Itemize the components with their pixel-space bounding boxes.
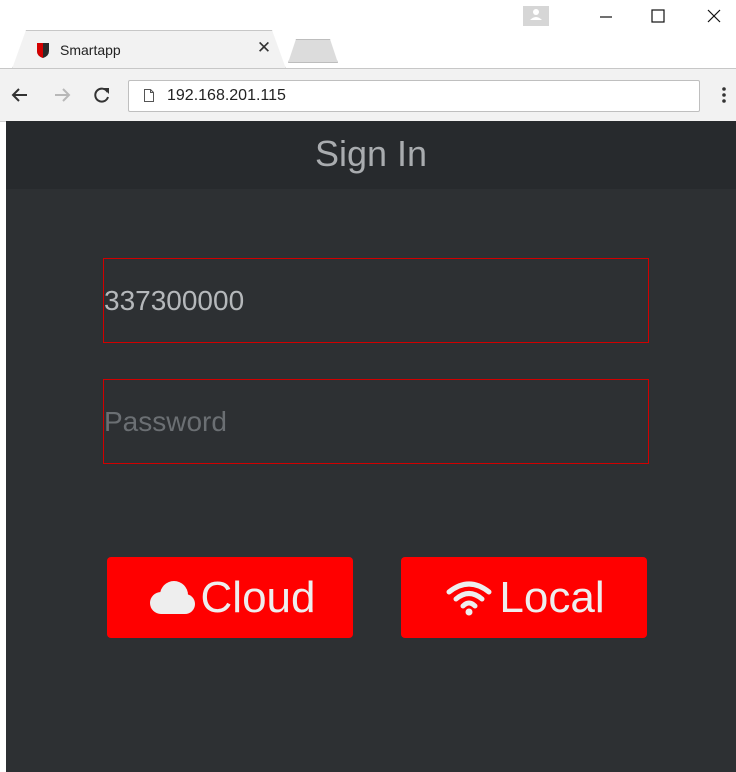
url-text[interactable]: 192.168.201.115: [167, 87, 286, 105]
tab-title: Smartapp: [60, 42, 121, 58]
password-input[interactable]: [104, 380, 648, 463]
page-icon[interactable]: [144, 89, 154, 102]
person-icon: [530, 9, 542, 20]
cloud-icon: [149, 580, 195, 614]
wifi-icon: [446, 581, 492, 615]
page-header: Sign In: [6, 121, 736, 189]
arrow-right-icon[interactable]: [52, 85, 72, 105]
maximize-icon[interactable]: [646, 4, 670, 28]
browser-tab[interactable]: Smartapp ✕: [12, 31, 284, 69]
local-button-label: Local: [499, 572, 605, 622]
local-login-button[interactable]: Local: [401, 557, 647, 638]
more-vert-icon[interactable]: [718, 83, 730, 107]
browser-titlebar: Smartapp ✕: [0, 0, 736, 69]
browser-toolbar: 192.168.201.115: [0, 69, 736, 122]
signin-page: Sign In Cloud Local: [6, 121, 736, 772]
close-icon[interactable]: ✕: [255, 39, 273, 57]
minimize-icon[interactable]: [594, 4, 618, 28]
cloud-button-label: Cloud: [200, 572, 316, 622]
address-bar[interactable]: 192.168.201.115: [128, 80, 700, 112]
page-title: Sign In: [314, 133, 428, 174]
profile-button[interactable]: [523, 6, 549, 26]
cloud-login-button[interactable]: Cloud: [107, 557, 353, 638]
username-input[interactable]: [104, 259, 648, 342]
password-field[interactable]: [103, 379, 649, 464]
arrow-left-icon[interactable]: [10, 85, 30, 105]
reload-icon[interactable]: [92, 85, 112, 105]
window-close-icon[interactable]: [702, 4, 726, 28]
username-field[interactable]: [103, 258, 649, 343]
shield-icon: [37, 43, 49, 58]
new-tab-button[interactable]: [288, 39, 338, 63]
